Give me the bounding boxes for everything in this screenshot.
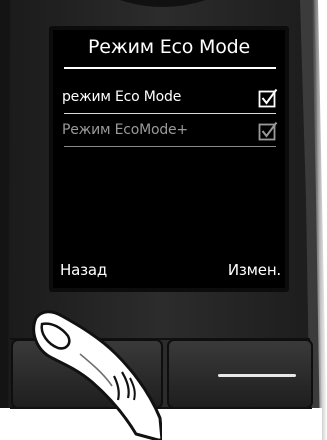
row-divider [64, 146, 276, 147]
right-soft-key[interactable] [168, 340, 312, 408]
display-screen: Режим Eco Mode режим Eco Mode Режим EcoM… [53, 30, 285, 288]
row-divider [64, 113, 276, 114]
menu-item-eco-mode-plus[interactable]: Режим EcoMode+ [62, 119, 278, 147]
screen-title: Режим Eco Mode [87, 36, 251, 58]
checkbox-checked-icon[interactable] [258, 88, 278, 108]
menu-item-eco-mode[interactable]: режим Eco Mode [62, 86, 278, 114]
softkey-change-label[interactable]: Измен. [228, 261, 281, 279]
softkey-back-label[interactable]: Назад [60, 261, 107, 279]
handset: Режим Eco Mode режим Eco Mode Режим EcoM… [0, 0, 327, 440]
pointing-finger-icon [32, 310, 162, 440]
checkbox-checked-icon[interactable] [258, 121, 278, 141]
menu-item-label: режим Eco Mode [62, 89, 182, 105]
title-divider [64, 67, 276, 69]
menu-item-label: Режим EcoMode+ [62, 122, 188, 138]
